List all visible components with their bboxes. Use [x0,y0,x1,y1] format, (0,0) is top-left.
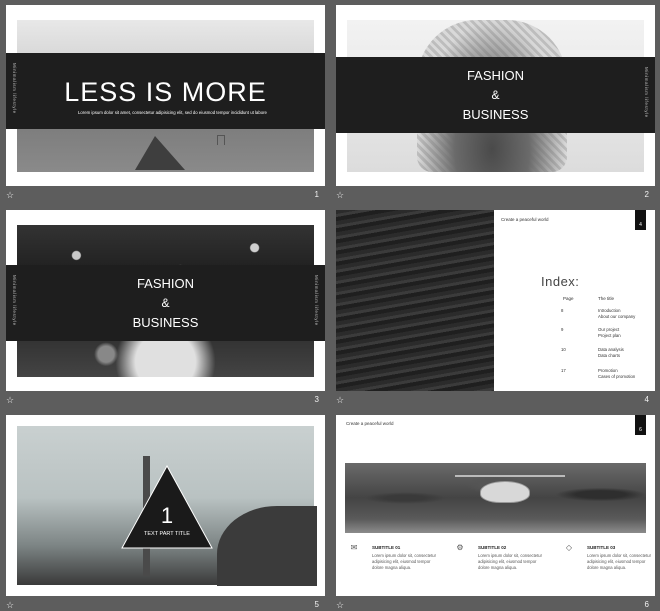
slide-thumbnail-5[interactable]: 1 TEXT PART TITLE ☆ 5 [0,410,325,610]
slide-6-canvas[interactable]: Create a peaceful world 6 ✉ SUBTITLE 01 … [336,415,655,596]
slide-4-canvas[interactable]: Create a peaceful world 4 Index: Page Th… [336,210,655,391]
pier-shape [135,136,185,170]
star-icon[interactable]: ☆ [336,190,344,200]
slide-thumbnail-4[interactable]: Create a peaceful world 4 Index: Page Th… [330,205,655,405]
slide-number: 1 [314,190,319,199]
slide-number: 3 [314,395,319,404]
star-icon[interactable]: ☆ [336,395,344,405]
helicopter-shape [480,481,530,503]
sea-photo [336,210,494,391]
title-line-3: BUSINESS [132,315,199,330]
slide-thumbnail-2[interactable]: Minimalism lifestyle FASHION & BUSINESS … [330,0,655,200]
row-page: 10 [561,347,566,352]
star-icon[interactable]: ☆ [6,600,14,610]
row-page: 8 [561,308,564,313]
slide-thumbnail-6[interactable]: Create a peaceful world 6 ✉ SUBTITLE 01 … [330,410,655,610]
pier-post [217,135,225,145]
star-icon[interactable]: ☆ [6,395,14,405]
diamond-icon: ◇ [565,543,573,552]
index-title: Index: [541,274,580,289]
slide-number: 6 [644,600,649,609]
star-icon[interactable]: ☆ [336,600,344,610]
row-sub: About our company [598,313,636,319]
slide-1-canvas[interactable]: Minimalism lifestyle LESS IS MORE Lorem … [6,5,325,186]
feature-body: Lorem ipsum dolor sit, consectetur adipi… [587,553,652,570]
title-band: Minimalism lifestyle FASHION & BUSINESS [336,57,655,133]
rotor-shape [455,475,565,477]
title-line-2: & [491,88,500,102]
row-sub: Cases of promotion [598,373,636,379]
title-line-2: & [161,296,170,310]
row-page: 17 [561,368,566,373]
part-number: 1 [160,503,174,528]
slide-tag: Create a peaceful world [346,421,394,426]
slide-number: 5 [314,600,319,609]
feature-title: SUBTITLE 03 [587,545,616,550]
row-sub: Project plan [598,332,621,338]
row-title: Our project [598,327,620,332]
row-page: 9 [561,327,564,332]
slide-3-canvas[interactable]: Minimalism lifestyle Minimalism lifestyl… [6,210,325,391]
title-band: Minimalism lifestyle Minimalism lifestyl… [6,265,325,341]
slide-number: 4 [644,395,649,404]
slide-thumbnail-1[interactable]: Minimalism lifestyle LESS IS MORE Lorem … [0,0,325,200]
feature-body: Lorem ipsum dolor sit, consectetur adipi… [372,553,437,570]
feature-title: SUBTITLE 01 [372,545,401,550]
title-line-1: FASHION [466,68,525,83]
slide-thumbnail-3[interactable]: Minimalism lifestyle Minimalism lifestyl… [0,205,325,405]
col-page-header: Page [563,296,574,301]
feature-body: Lorem ipsum dolor sit, consectetur adipi… [478,553,543,570]
slide-title: LESS IS MORE [64,77,267,107]
part-title: TEXT PART TITLE [144,531,190,537]
slide-tag: Create a peaceful world [501,217,549,222]
helicopter-photo [345,463,646,533]
slide-2-canvas[interactable]: Minimalism lifestyle FASHION & BUSINESS [336,5,655,186]
page-badge: 6 [635,415,646,435]
row-sub: Data charts [598,352,620,358]
slide-5-canvas[interactable]: 1 TEXT PART TITLE [6,415,325,596]
title-line-3: BUSINESS [462,107,529,122]
feature-title: SUBTITLE 02 [478,545,507,550]
title-line-1: FASHION [136,276,195,291]
envelope-icon: ✉ [350,543,358,552]
hill-shape [217,506,317,586]
col-title-header: The title [598,296,615,301]
title-band: Minimalism lifestyle LESS IS MORE Lorem … [6,53,325,129]
slide-subtitle: Lorem ipsum dolor sit amet, consectetur … [78,110,268,115]
gear-icon: ⚙ [456,543,464,552]
slide-number: 2 [644,190,649,199]
row-title: Data analysis [598,347,624,352]
star-icon[interactable]: ☆ [6,190,14,200]
page-badge: 4 [635,210,646,230]
